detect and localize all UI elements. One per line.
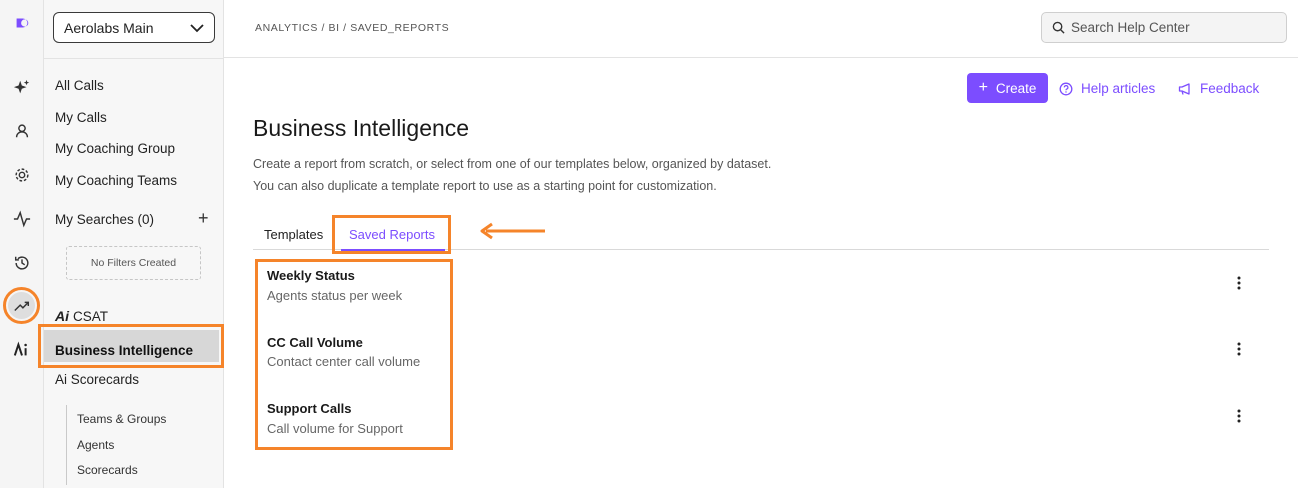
tab-saved-reports[interactable]: Saved Reports [332, 215, 451, 254]
feedback-label: Feedback [1200, 81, 1260, 96]
sidebar-subitem-teams-groups[interactable]: Teams & Groups [77, 412, 166, 426]
org-select[interactable]: Aerolabs Main [53, 12, 215, 43]
top-bar: ANALYTICS / BI / SAVED_REPORTS [224, 0, 1298, 58]
more-vertical-icon [1237, 276, 1241, 290]
history-icon[interactable] [9, 250, 35, 276]
ai-icon[interactable] [9, 337, 35, 363]
page-title: Business Intelligence [253, 115, 470, 141]
help-articles-label: Help articles [1081, 81, 1156, 96]
search-input[interactable] [1071, 20, 1271, 35]
active-tab-underline [341, 249, 445, 251]
report-subtitle: Agents status per week [267, 288, 403, 303]
sparkle-icon[interactable] [9, 75, 35, 101]
report-subtitle: Call volume for Support [267, 421, 403, 436]
megaphone-icon [1178, 82, 1190, 95]
sidebar-item-csat[interactable]: Ai CSAT [55, 308, 108, 324]
search-icon [1052, 21, 1065, 34]
sidebar-item-my-searches[interactable]: My Searches (0) [55, 212, 154, 227]
report-menu-button[interactable] [1230, 406, 1248, 426]
sidebar-item-my-calls[interactable]: My Calls [55, 110, 107, 125]
page-description-line-1: Create a report from scratch, or select … [253, 157, 772, 171]
no-filters-placeholder: No Filters Created [66, 246, 201, 280]
tab-templates[interactable]: Templates [264, 227, 323, 242]
sidebar: Aerolabs Main All Calls My Calls My Coac… [38, 0, 224, 488]
page-description-line-2: You can also duplicate a template report… [253, 179, 717, 193]
breadcrumb: ANALYTICS / BI / SAVED_REPORTS [255, 22, 450, 34]
add-search-button[interactable]: + [198, 208, 209, 229]
sidebar-item-my-coaching-teams[interactable]: My Coaching Teams [55, 173, 177, 188]
plus-icon: + [978, 79, 988, 96]
sidebar-subitem-scorecards[interactable]: Scorecards [77, 463, 138, 477]
report-menu-button[interactable] [1230, 339, 1248, 359]
submenu-guide-line [66, 405, 67, 485]
sidebar-item-business-intelligence-label: Business Intelligence [55, 343, 194, 358]
org-select-value: Aerolabs Main [64, 19, 154, 36]
logo-icon[interactable] [9, 10, 35, 36]
report-title[interactable]: Support Calls [267, 401, 352, 416]
sidebar-item-ai-scorecards[interactable]: Ai Scorecards [55, 372, 139, 387]
annotation-arrow-icon [480, 222, 545, 240]
tab-saved-reports-label: Saved Reports [349, 227, 435, 242]
report-subtitle: Contact center call volume [267, 354, 421, 369]
sidebar-item-my-coaching-group[interactable]: My Coaching Group [55, 141, 175, 156]
sidebar-item-business-intelligence[interactable]: Business Intelligence [38, 324, 224, 368]
help-circle-icon [1059, 82, 1073, 95]
report-title[interactable]: Weekly Status [267, 268, 355, 283]
more-vertical-icon [1237, 342, 1241, 356]
sidebar-item-all-calls[interactable]: All Calls [55, 78, 104, 93]
report-title[interactable]: CC Call Volume [267, 335, 363, 350]
ai-mark: Ai [55, 308, 69, 324]
trending-up-icon[interactable] [9, 293, 35, 319]
activity-icon[interactable] [9, 206, 35, 232]
help-articles-link[interactable]: Help articles [1059, 81, 1155, 96]
report-menu-button[interactable] [1230, 273, 1248, 293]
chevron-down-icon [190, 23, 204, 32]
sidebar-divider [44, 58, 224, 59]
create-button-label: Create [995, 80, 1037, 96]
more-vertical-icon [1237, 409, 1241, 423]
feedback-link[interactable]: Feedback [1178, 81, 1259, 96]
user-icon[interactable] [9, 118, 35, 144]
sidebar-item-csat-label: CSAT [73, 308, 109, 324]
icon-rail [0, 0, 44, 488]
gear-icon[interactable] [9, 162, 35, 188]
sidebar-subitem-agents[interactable]: Agents [77, 438, 114, 452]
create-button[interactable]: + Create [967, 73, 1048, 103]
search-box[interactable] [1041, 12, 1287, 43]
